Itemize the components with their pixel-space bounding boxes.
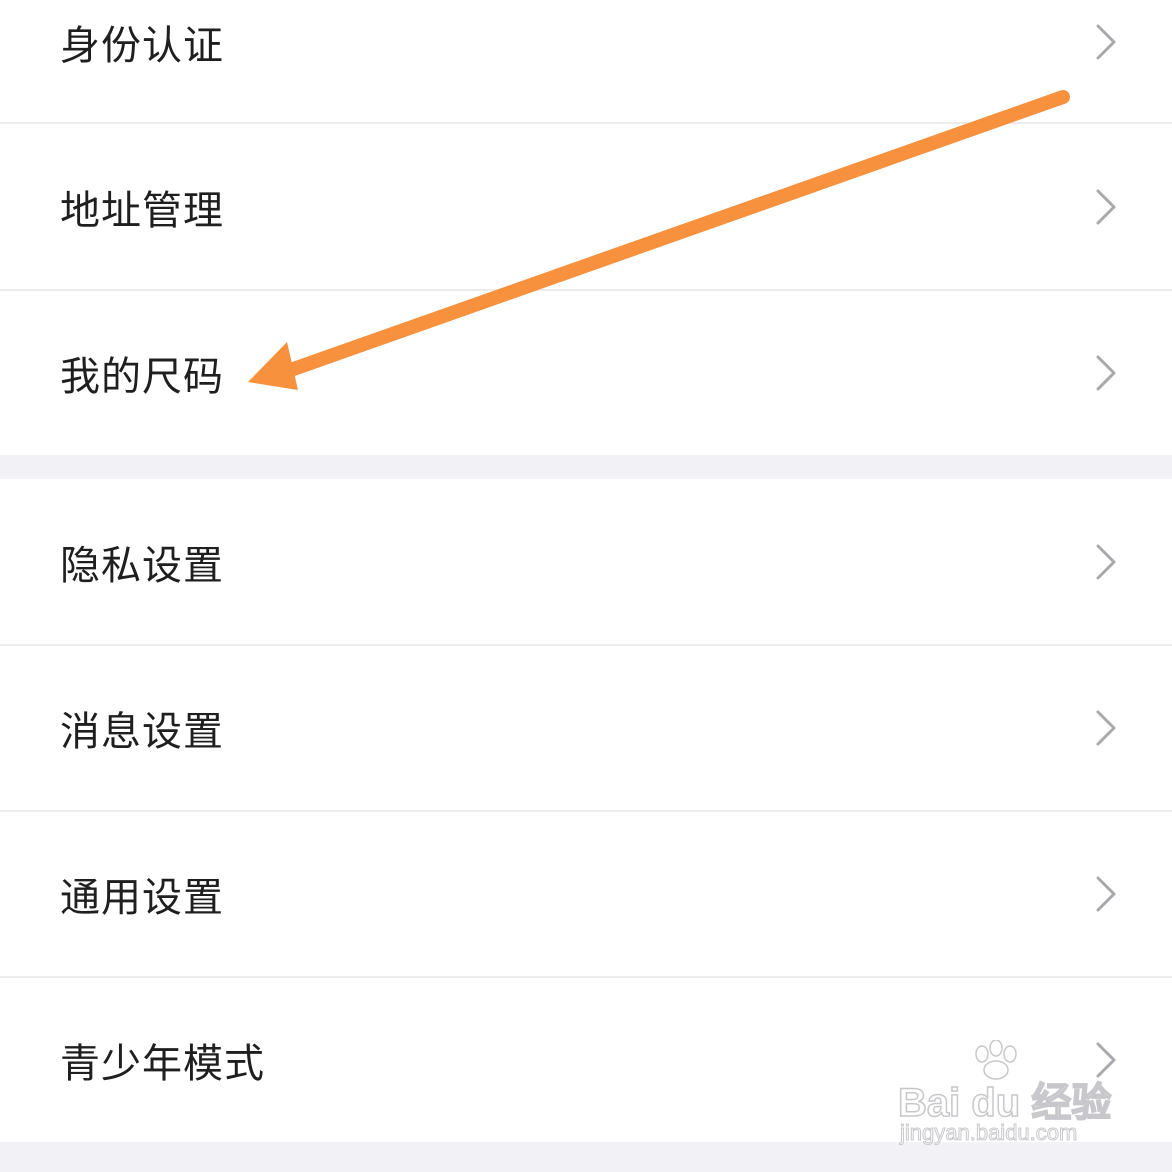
menu-item-my-size[interactable]: 我的尺码 [0,291,1172,455]
menu-item-label: 身份认证 [60,23,224,69]
menu-item-general-settings[interactable]: 通用设置 [0,812,1172,976]
menu-item-identity[interactable]: 身份认证 [0,0,1172,122]
section-gap [0,1142,1172,1172]
chevron-right-icon [1096,355,1116,391]
menu-item-youth-mode[interactable]: 青少年模式 [0,978,1172,1142]
menu-item-label: 地址管理 [60,187,224,234]
menu-item-label: 消息设置 [60,709,224,755]
chevron-right-icon [1096,24,1116,60]
menu-item-label: 通用设置 [60,875,224,921]
section-gap [0,455,1172,479]
chevron-right-icon [1096,544,1116,579]
menu-item-label: 隐私设置 [60,542,224,589]
menu-item-label: 青少年模式 [60,1041,265,1087]
chevron-right-icon [1096,876,1116,912]
chevron-right-icon [1096,189,1116,224]
menu-item-label: 我的尺码 [60,354,224,400]
chevron-right-icon [1096,1042,1116,1078]
menu-item-address[interactable]: 地址管理 [0,124,1172,289]
menu-item-message-settings[interactable]: 消息设置 [0,646,1172,810]
menu-item-privacy-settings[interactable]: 隐私设置 [0,479,1172,644]
chevron-right-icon [1096,710,1116,746]
